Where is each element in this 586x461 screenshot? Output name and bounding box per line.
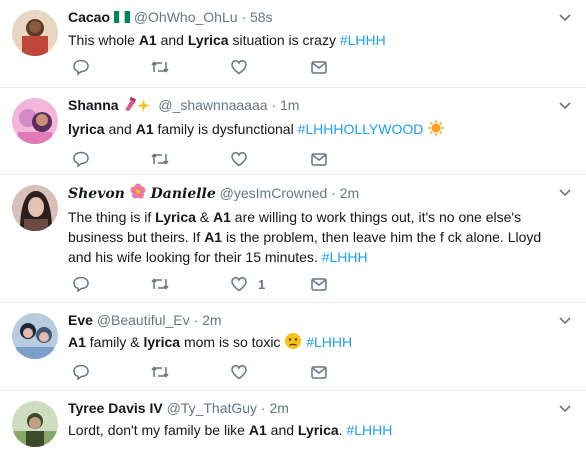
timestamp[interactable]: 1m — [280, 97, 299, 113]
like-button[interactable]: 1 — [230, 275, 265, 293]
hashtag-link[interactable]: #LHHH — [322, 249, 368, 265]
heart-icon[interactable] — [230, 363, 248, 381]
tweet-actions — [68, 50, 576, 84]
timestamp[interactable]: 58s — [250, 9, 273, 25]
username[interactable]: @yesImCrowned — [220, 185, 328, 201]
tweet[interactable]: Eve @Beautiful_Ev · 2m A1 family & lyric… — [0, 303, 586, 391]
heart-icon[interactable] — [230, 150, 248, 168]
timeline: Cacao @OhWho_OhLu · 58s This whole A1 an… — [0, 0, 586, 461]
timestamp[interactable]: 2m — [340, 185, 359, 201]
direct-message-icon[interactable] — [310, 58, 328, 76]
tweet-actions — [68, 142, 576, 176]
reply-icon[interactable] — [72, 58, 90, 76]
tweet-text: A1 family & lyrica mom is so toxic #LHHH — [68, 332, 576, 355]
chevron-down-icon[interactable] — [558, 401, 572, 415]
direct-message-icon[interactable] — [310, 150, 328, 168]
direct-message-icon[interactable] — [310, 363, 328, 381]
timestamp[interactable]: 2m — [202, 312, 221, 328]
hashtag-link[interactable]: #LHHH — [346, 422, 392, 438]
like-count: 1 — [258, 276, 266, 292]
separator: · — [271, 97, 277, 114]
display-name[interactable]: Eve — [68, 312, 93, 328]
avatar[interactable] — [12, 10, 58, 56]
hashtag-link[interactable]: #LHHHOLLYWOOD — [298, 121, 424, 137]
avatar[interactable] — [12, 313, 58, 359]
worried-face-icon — [284, 332, 302, 355]
separator: · — [260, 400, 266, 416]
display-name[interactable]: Shanna — [68, 97, 119, 113]
heart-icon[interactable] — [230, 275, 248, 293]
tweet[interactable]: Shevon Danielle @yesImCrowned · 2m The t… — [0, 175, 586, 303]
separator: · — [331, 185, 336, 201]
separator: · — [241, 9, 247, 25]
retweet-icon[interactable] — [150, 58, 170, 76]
hashtag-link[interactable]: #LHHH — [340, 32, 386, 48]
display-name[interactable]: Cacao — [68, 9, 110, 25]
timestamp[interactable]: 2m — [270, 400, 289, 416]
sun-icon — [427, 119, 446, 142]
chevron-down-icon[interactable] — [558, 98, 572, 112]
avatar[interactable] — [12, 185, 58, 231]
nigeria-flag-icon — [113, 9, 130, 28]
display-name[interactable]: Shevon Danielle — [68, 183, 216, 205]
tweet-text: The thing is if Lyrica & A1 are willing … — [68, 209, 542, 265]
retweet-icon[interactable] — [150, 275, 170, 293]
direct-message-icon[interactable] — [310, 275, 328, 293]
username[interactable]: @_shawnnaaaaa — [158, 97, 267, 113]
avatar[interactable] — [12, 98, 58, 144]
hibiscus-icon — [130, 183, 146, 205]
tweet-actions — [68, 355, 576, 389]
chevron-down-icon[interactable] — [558, 313, 572, 327]
username[interactable]: @OhWho_OhLu — [134, 9, 238, 25]
avatar[interactable] — [12, 401, 58, 447]
retweet-icon[interactable] — [150, 363, 170, 381]
display-name[interactable]: Tyree Davis IV — [68, 400, 163, 416]
tweet-text: Lordt, don't my family be like A1 and Ly… — [68, 422, 393, 438]
tweet-text: This whole A1 and Lyrica situation is cr… — [68, 31, 386, 48]
reply-icon[interactable] — [72, 150, 90, 168]
chevron-down-icon[interactable] — [558, 185, 572, 199]
tweet-actions: 1 — [68, 267, 576, 301]
separator: · — [193, 312, 199, 328]
reply-icon[interactable] — [72, 275, 90, 293]
heart-icon[interactable] — [230, 58, 248, 76]
tweet[interactable]: Cacao @OhWho_OhLu · 58s This whole A1 an… — [0, 0, 586, 88]
reply-icon[interactable] — [72, 363, 90, 381]
username[interactable]: @Ty_ThatGuy — [167, 400, 257, 416]
tweet[interactable]: Shanna @_shawnnaaaaa · 1m lyrica and A1 … — [0, 88, 586, 175]
username[interactable]: @Beautiful_Ev — [97, 312, 190, 328]
tweet[interactable]: Tyree Davis IV @Ty_ThatGuy · 2m Lordt, d… — [0, 391, 586, 461]
tweet-text: lyrica and A1 family is dysfunctional #L… — [68, 119, 576, 142]
retweet-icon[interactable] — [150, 150, 170, 168]
nail-polish-sparkles-icon — [122, 96, 154, 117]
chevron-down-icon[interactable] — [558, 10, 572, 24]
hashtag-link[interactable]: #LHHH — [306, 334, 352, 350]
